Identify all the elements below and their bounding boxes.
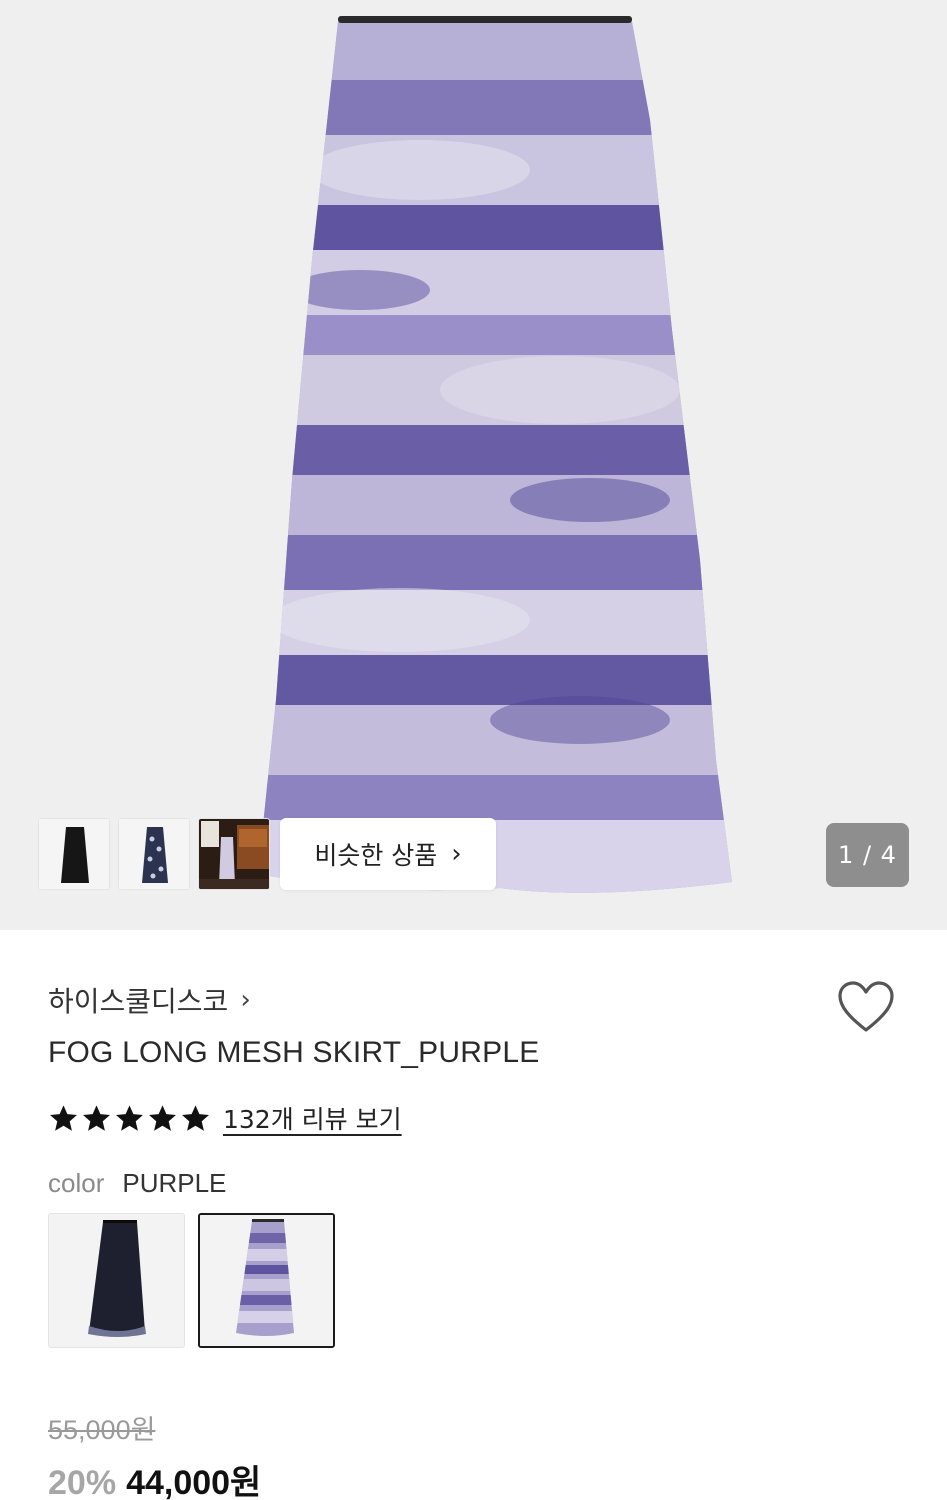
color-label: color [48, 1168, 105, 1198]
image-counter: 1 / 4 [826, 823, 909, 887]
styled-photo-image [199, 819, 269, 889]
similar-products-button[interactable]: 비슷한 상품 › [280, 818, 496, 890]
sale-price: 44,000원 [126, 1464, 262, 1500]
selected-color: PURPLE [122, 1168, 227, 1198]
purple-skirt-swatch[interactable] [198, 1213, 335, 1348]
reviews-link[interactable]: 132개 리뷰 보기 [223, 1100, 402, 1136]
floral-skirt-thumbnail[interactable] [118, 818, 190, 890]
floral-skirt-image [119, 819, 189, 889]
product-image-gallery[interactable]: 비슷한 상품 › 1 / 4 [0, 0, 947, 930]
chevron-right-icon: › [451, 839, 462, 869]
black-skirt-thumbnail[interactable] [38, 818, 110, 890]
black-skirt-swatch[interactable] [48, 1213, 185, 1348]
similar-products-label: 비슷한 상품 [314, 841, 438, 870]
price-row: 20% 44,000원 [48, 1455, 261, 1500]
black-skirt-image [39, 819, 109, 889]
star-icon [50, 1104, 77, 1131]
star-icon [83, 1104, 110, 1131]
heart-icon[interactable] [834, 978, 898, 1036]
discount-rate: 20% [48, 1464, 117, 1500]
star-rating [48, 1103, 211, 1134]
rating-row: 132개 리뷰 보기 [48, 1100, 402, 1136]
original-price: 55,000원 [48, 1415, 156, 1445]
star-icon [116, 1104, 143, 1131]
purple-skirt-swatch-image [200, 1215, 333, 1346]
brand-link[interactable]: 하이스쿨디스코 › [48, 980, 251, 1020]
star-icon [182, 1104, 209, 1131]
product-title: FOG LONG MESH SKIRT_PURPLE [48, 1036, 540, 1069]
black-skirt-swatch-image [49, 1214, 184, 1347]
styled-photo-thumbnail[interactable] [198, 818, 270, 890]
product-main-image [258, 16, 732, 893]
star-icon [149, 1104, 176, 1131]
brand-name: 하이스쿨디스코 [48, 985, 229, 1018]
chevron-right-icon: › [240, 985, 251, 1015]
color-option-row: color PURPLE [48, 1168, 226, 1199]
